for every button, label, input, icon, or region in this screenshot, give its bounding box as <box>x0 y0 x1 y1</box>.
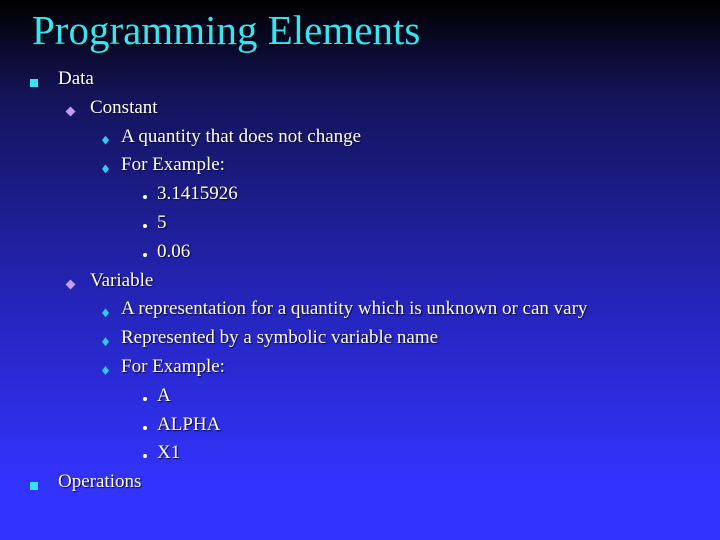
bullet-text-level-4: 5 <box>157 212 167 233</box>
bullet-text-level-2: Constant <box>90 96 158 118</box>
dot-bullet-icon <box>143 252 147 257</box>
dot-bullet-icon <box>143 195 147 200</box>
bullet-text-level-2: Variable <box>90 269 154 291</box>
bullet-text-level-1: Operations <box>58 471 142 493</box>
small-diamond-bullet-icon <box>102 308 109 318</box>
bullet-text-level-4: ALPHA <box>157 413 221 435</box>
bullet-text-level-3: For Example: <box>121 356 225 377</box>
dot-bullet-icon <box>143 396 147 401</box>
small-diamond-bullet-icon <box>102 337 109 347</box>
bullet-text-level-1: Data <box>58 68 94 89</box>
bullet-text-level-4: X1 <box>157 442 181 464</box>
bullet-text-level-3: For Example: <box>121 154 225 176</box>
square-bullet-icon <box>30 79 38 87</box>
diamond-bullet-icon <box>65 279 76 290</box>
diamond-bullet-icon <box>65 106 76 117</box>
bullet-text-level-4: A <box>157 384 171 406</box>
bullet-text-level-3: A quantity that does not change <box>121 125 362 147</box>
bullet-text-level-3: A representation for a quantity which is… <box>121 298 588 320</box>
small-diamond-bullet-icon <box>102 164 109 174</box>
bullet-text-level-4: 3.1415926 <box>157 183 238 205</box>
square-bullet-icon <box>30 482 38 491</box>
bullet-text-level-4: 0.06 <box>157 240 191 262</box>
dot-bullet-icon <box>143 425 147 430</box>
small-diamond-bullet-icon <box>102 366 109 375</box>
dot-bullet-icon <box>143 454 147 459</box>
slide-title: Programming Elements <box>32 7 421 53</box>
bullet-text-level-3: Represented by a symbolic variable name <box>121 327 439 349</box>
dot-bullet-icon <box>143 224 147 228</box>
small-diamond-bullet-icon <box>102 135 109 145</box>
